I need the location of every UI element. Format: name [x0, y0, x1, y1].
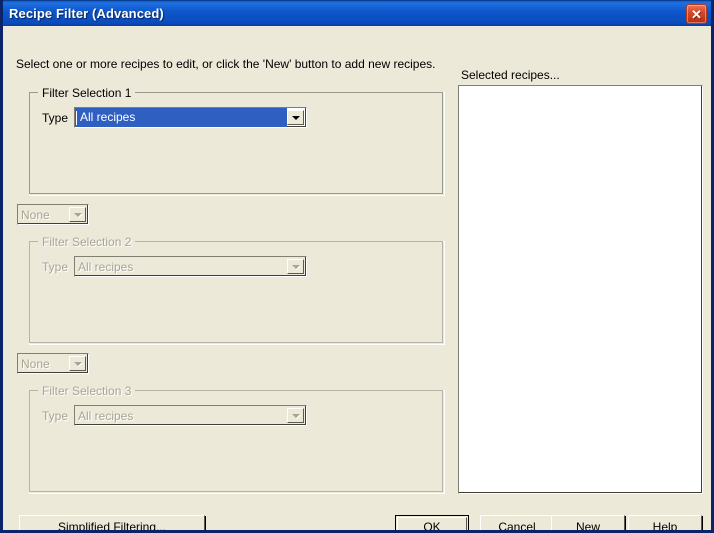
close-button[interactable]: ✕ — [686, 4, 707, 24]
ok-button[interactable]: OK — [395, 515, 469, 533]
new-button[interactable]: New — [551, 515, 625, 533]
filter-selection-3-title: Filter Selection 3 — [38, 384, 136, 398]
recipe-filter-dialog: Recipe Filter (Advanced) ✕ Select one or… — [0, 0, 714, 533]
selected-recipes-listbox[interactable] — [458, 85, 703, 494]
simplified-filtering-label: Simplified Filtering... — [57, 520, 167, 533]
chevron-down-icon — [73, 212, 82, 217]
chevron-down-icon — [291, 115, 300, 120]
selected-recipes-label: Selected recipes... — [461, 68, 560, 82]
filter-3-dropdown-button — [287, 408, 304, 423]
filter-1-type-value-field[interactable]: All recipes — [75, 108, 287, 127]
cancel-button[interactable]: Cancel — [480, 515, 554, 533]
filter-2-dropdown-button — [287, 259, 304, 274]
operator-2-combo: None — [17, 353, 89, 374]
operator-1-combo: None — [17, 204, 89, 225]
filter-3-type-value: All recipes — [78, 408, 134, 423]
filter-1-type-value: All recipes — [77, 109, 138, 126]
operator-2-dropdown-button — [69, 356, 86, 371]
chevron-down-icon — [73, 361, 82, 366]
filter-3-type-label: Type — [42, 409, 69, 423]
operator-1-dropdown-button — [69, 207, 86, 222]
filter-1-type-combo[interactable]: All recipes — [74, 107, 307, 128]
accel-char: N — [575, 520, 585, 533]
instruction-text: Select one or more recipes to edit, or c… — [16, 57, 436, 71]
accel-char: S — [57, 520, 66, 533]
ok-label: OK — [423, 520, 441, 533]
filter-2-type-combo: All recipes — [74, 256, 307, 277]
cancel-label: Cancel — [498, 520, 536, 533]
filter-1-dropdown-button[interactable] — [287, 110, 304, 125]
chevron-down-icon — [291, 264, 300, 269]
help-button[interactable]: Help — [628, 515, 702, 533]
new-label: New — [575, 520, 600, 533]
operator-1-value: None — [21, 207, 50, 222]
filter-1-type-label: Type — [42, 111, 69, 125]
window-title: Recipe Filter (Advanced) — [9, 6, 164, 21]
filter-3-type-combo: All recipes — [74, 405, 307, 426]
filter-selection-2-title: Filter Selection 2 — [38, 235, 136, 249]
simplified-filtering-button[interactable]: Simplified Filtering... — [19, 515, 205, 533]
filter-2-type-value: All recipes — [78, 259, 134, 274]
filter-2-type-label: Type — [42, 260, 69, 274]
operator-2-value: None — [21, 356, 50, 371]
close-icon: ✕ — [691, 6, 702, 22]
title-bar[interactable]: Recipe Filter (Advanced) ✕ — [3, 0, 711, 26]
dialog-client-area: Select one or more recipes to edit, or c… — [3, 26, 711, 530]
chevron-down-icon — [291, 413, 300, 418]
help-label: Help — [652, 520, 678, 533]
filter-selection-1-title: Filter Selection 1 — [38, 86, 136, 100]
